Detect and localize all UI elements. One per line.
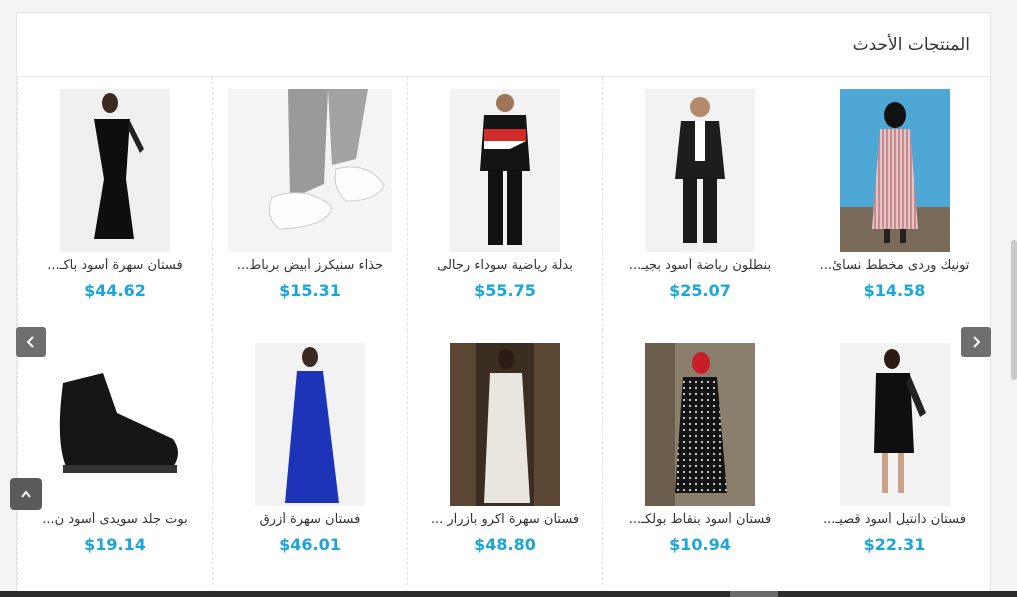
back-to-top-button[interactable] bbox=[10, 478, 42, 510]
product-name[interactable]: بوت جلد سويدى أسود ن... bbox=[28, 512, 202, 527]
product-price: $48.80 bbox=[474, 535, 536, 554]
panel-header: المنتجات الأحدث bbox=[17, 13, 990, 77]
product-price: $22.31 bbox=[863, 535, 926, 554]
horizontal-scrollbar-track bbox=[0, 591, 1017, 597]
section-title: المنتجات الأحدث bbox=[852, 35, 970, 55]
product-name[interactable]: تونيك وردى مخطط نسائ... bbox=[807, 258, 982, 273]
product-image[interactable] bbox=[450, 89, 560, 252]
product-price: $14.58 bbox=[863, 281, 926, 300]
carousel-prev-button[interactable] bbox=[16, 327, 46, 357]
product-card[interactable]: فستان أسود بنقاط بولكـ... $10.94 bbox=[602, 331, 797, 585]
product-card[interactable]: بنطلون رياضة أسود بجيـ... $25.07 bbox=[602, 77, 797, 331]
product-card[interactable]: فستان دانتيل أسود قصيـ... $22.31 bbox=[797, 331, 992, 585]
product-price: $10.94 bbox=[669, 535, 731, 554]
product-name[interactable]: فستان أسود بنقاط بولكـ... bbox=[613, 512, 787, 527]
product-grid: تونيك وردى مخطط نسائ... $14.58 بنطلون ري… bbox=[17, 77, 992, 597]
product-price: $25.07 bbox=[669, 281, 731, 300]
chevron-up-icon bbox=[21, 490, 31, 498]
product-name[interactable]: بدلة رياضية سوداء رجالى bbox=[418, 258, 592, 273]
product-name[interactable]: فستان سهرة أسود بأكـ... bbox=[28, 258, 202, 273]
product-image[interactable] bbox=[839, 343, 950, 506]
carousel-next-button[interactable] bbox=[961, 327, 991, 357]
product-image[interactable] bbox=[839, 89, 950, 252]
product-card[interactable]: بوت جلد سويدى أسود ن... $19.14 bbox=[17, 331, 212, 585]
vertical-scrollbar[interactable] bbox=[1011, 240, 1017, 380]
product-price: $15.31 bbox=[279, 281, 341, 300]
product-image[interactable] bbox=[33, 343, 197, 506]
product-image[interactable] bbox=[228, 89, 392, 252]
product-price: $46.01 bbox=[279, 535, 341, 554]
product-image[interactable] bbox=[645, 89, 755, 252]
product-card[interactable]: بدلة رياضية سوداء رجالى $55.75 bbox=[407, 77, 602, 331]
product-name[interactable]: فستان سهرة اكرو بأزرار ... bbox=[418, 512, 592, 527]
product-card[interactable]: فستان سهرة أسود بأكـ... $44.62 bbox=[17, 77, 212, 331]
horizontal-scrollbar-thumb[interactable] bbox=[730, 591, 778, 597]
product-image[interactable] bbox=[60, 89, 170, 252]
product-card[interactable]: فستان سهرة أزرق $46.01 bbox=[212, 331, 407, 585]
chevron-right-icon bbox=[973, 336, 981, 348]
product-image[interactable] bbox=[450, 343, 560, 506]
product-name[interactable]: فستان دانتيل أسود قصيـ... bbox=[807, 512, 982, 527]
product-image[interactable] bbox=[645, 343, 755, 506]
product-card[interactable]: حذاء سنيكرز أبيض برباط... $15.31 bbox=[212, 77, 407, 331]
chevron-left-icon bbox=[26, 336, 34, 348]
product-name[interactable]: فستان سهرة أزرق bbox=[223, 512, 397, 527]
latest-products-panel: المنتجات الأحدث تونيك وردى مخطط نسائ... … bbox=[16, 12, 991, 597]
product-image[interactable] bbox=[255, 343, 365, 506]
product-price: $44.62 bbox=[84, 281, 146, 300]
product-price: $19.14 bbox=[84, 535, 146, 554]
product-price: $55.75 bbox=[474, 281, 536, 300]
product-card[interactable]: تونيك وردى مخطط نسائ... $14.58 bbox=[797, 77, 992, 331]
product-name[interactable]: بنطلون رياضة أسود بجيـ... bbox=[613, 258, 787, 273]
product-card[interactable]: فستان سهرة اكرو بأزرار ... $48.80 bbox=[407, 331, 602, 585]
product-name[interactable]: حذاء سنيكرز أبيض برباط... bbox=[223, 258, 397, 273]
